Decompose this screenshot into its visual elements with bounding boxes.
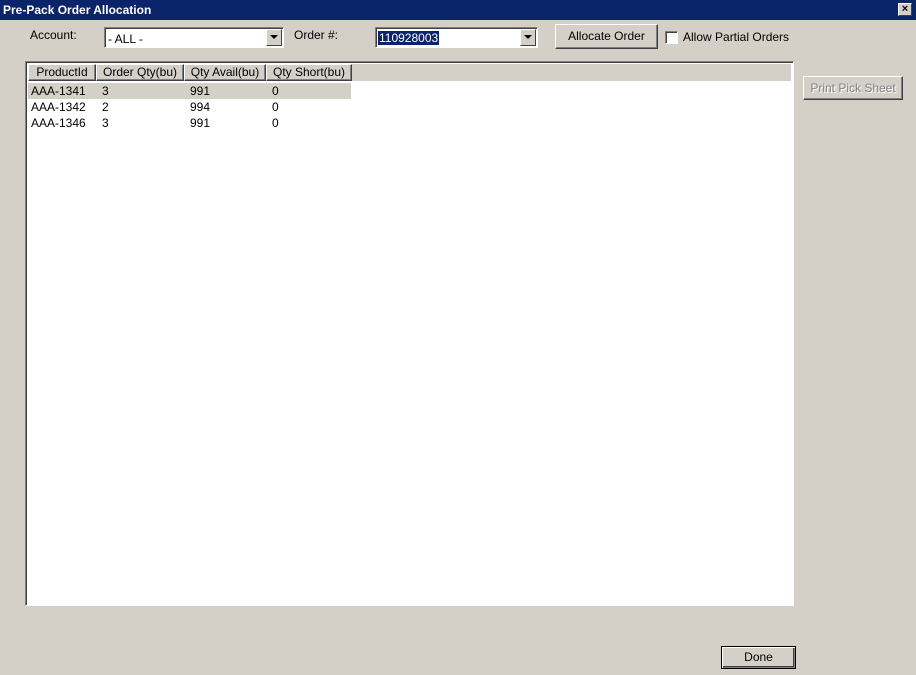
account-dropdown[interactable]: - ALL - [104, 27, 284, 48]
cell-qty-short: 0 [272, 84, 279, 98]
cell-qty-short: 0 [272, 116, 279, 130]
column-header-qty-avail[interactable]: Qty Avail(bu) [184, 64, 266, 81]
title-bar: Pre-Pack Order Allocation × [0, 0, 916, 20]
allocation-grid[interactable]: ProductId Order Qty(bu) Qty Avail(bu) Qt… [25, 61, 794, 606]
chevron-down-icon [524, 35, 532, 39]
window-title: Pre-Pack Order Allocation [3, 3, 152, 17]
cell-productid: AAA-1346 [31, 116, 86, 130]
order-dropdown-arrow[interactable] [520, 29, 536, 46]
account-value: - ALL - [108, 32, 143, 46]
column-header-qty-short[interactable]: Qty Short(bu) [266, 64, 352, 81]
allow-partial-label: Allow Partial Orders [683, 30, 790, 44]
cell-qty-avail: 991 [190, 84, 211, 98]
table-row[interactable]: AAA-1341 3 991 0 [28, 83, 351, 99]
cell-qty-short: 0 [272, 100, 279, 114]
cell-order-qty: 3 [102, 84, 109, 98]
order-value: 110928003 [378, 31, 440, 45]
cell-qty-avail: 991 [190, 116, 211, 130]
cell-productid: AAA-1341 [31, 84, 86, 98]
column-header-productid[interactable]: ProductId [28, 64, 96, 81]
allow-partial-checkbox[interactable] [665, 31, 678, 44]
close-icon: × [901, 3, 909, 15]
account-label: Account: [30, 28, 77, 42]
cell-qty-avail: 994 [190, 100, 211, 114]
table-row[interactable]: AAA-1342 2 994 0 [28, 99, 351, 115]
table-row[interactable]: AAA-1346 3 991 0 [28, 115, 351, 131]
allocate-order-button[interactable]: Allocate Order [555, 24, 658, 49]
cell-order-qty: 3 [102, 116, 109, 130]
done-button[interactable]: Done [721, 646, 796, 669]
chevron-down-icon [270, 35, 278, 39]
order-label: Order #: [294, 28, 339, 42]
column-header-order-qty[interactable]: Order Qty(bu) [96, 64, 184, 81]
close-button[interactable]: × [898, 3, 912, 16]
order-dropdown[interactable]: 110928003 [375, 27, 538, 48]
cell-productid: AAA-1342 [31, 100, 86, 114]
grid-header: ProductId Order Qty(bu) Qty Avail(bu) Qt… [28, 64, 791, 81]
cell-order-qty: 2 [102, 100, 109, 114]
print-pick-sheet-button[interactable]: Print Pick Sheet [803, 76, 903, 100]
account-dropdown-arrow[interactable] [266, 29, 282, 46]
